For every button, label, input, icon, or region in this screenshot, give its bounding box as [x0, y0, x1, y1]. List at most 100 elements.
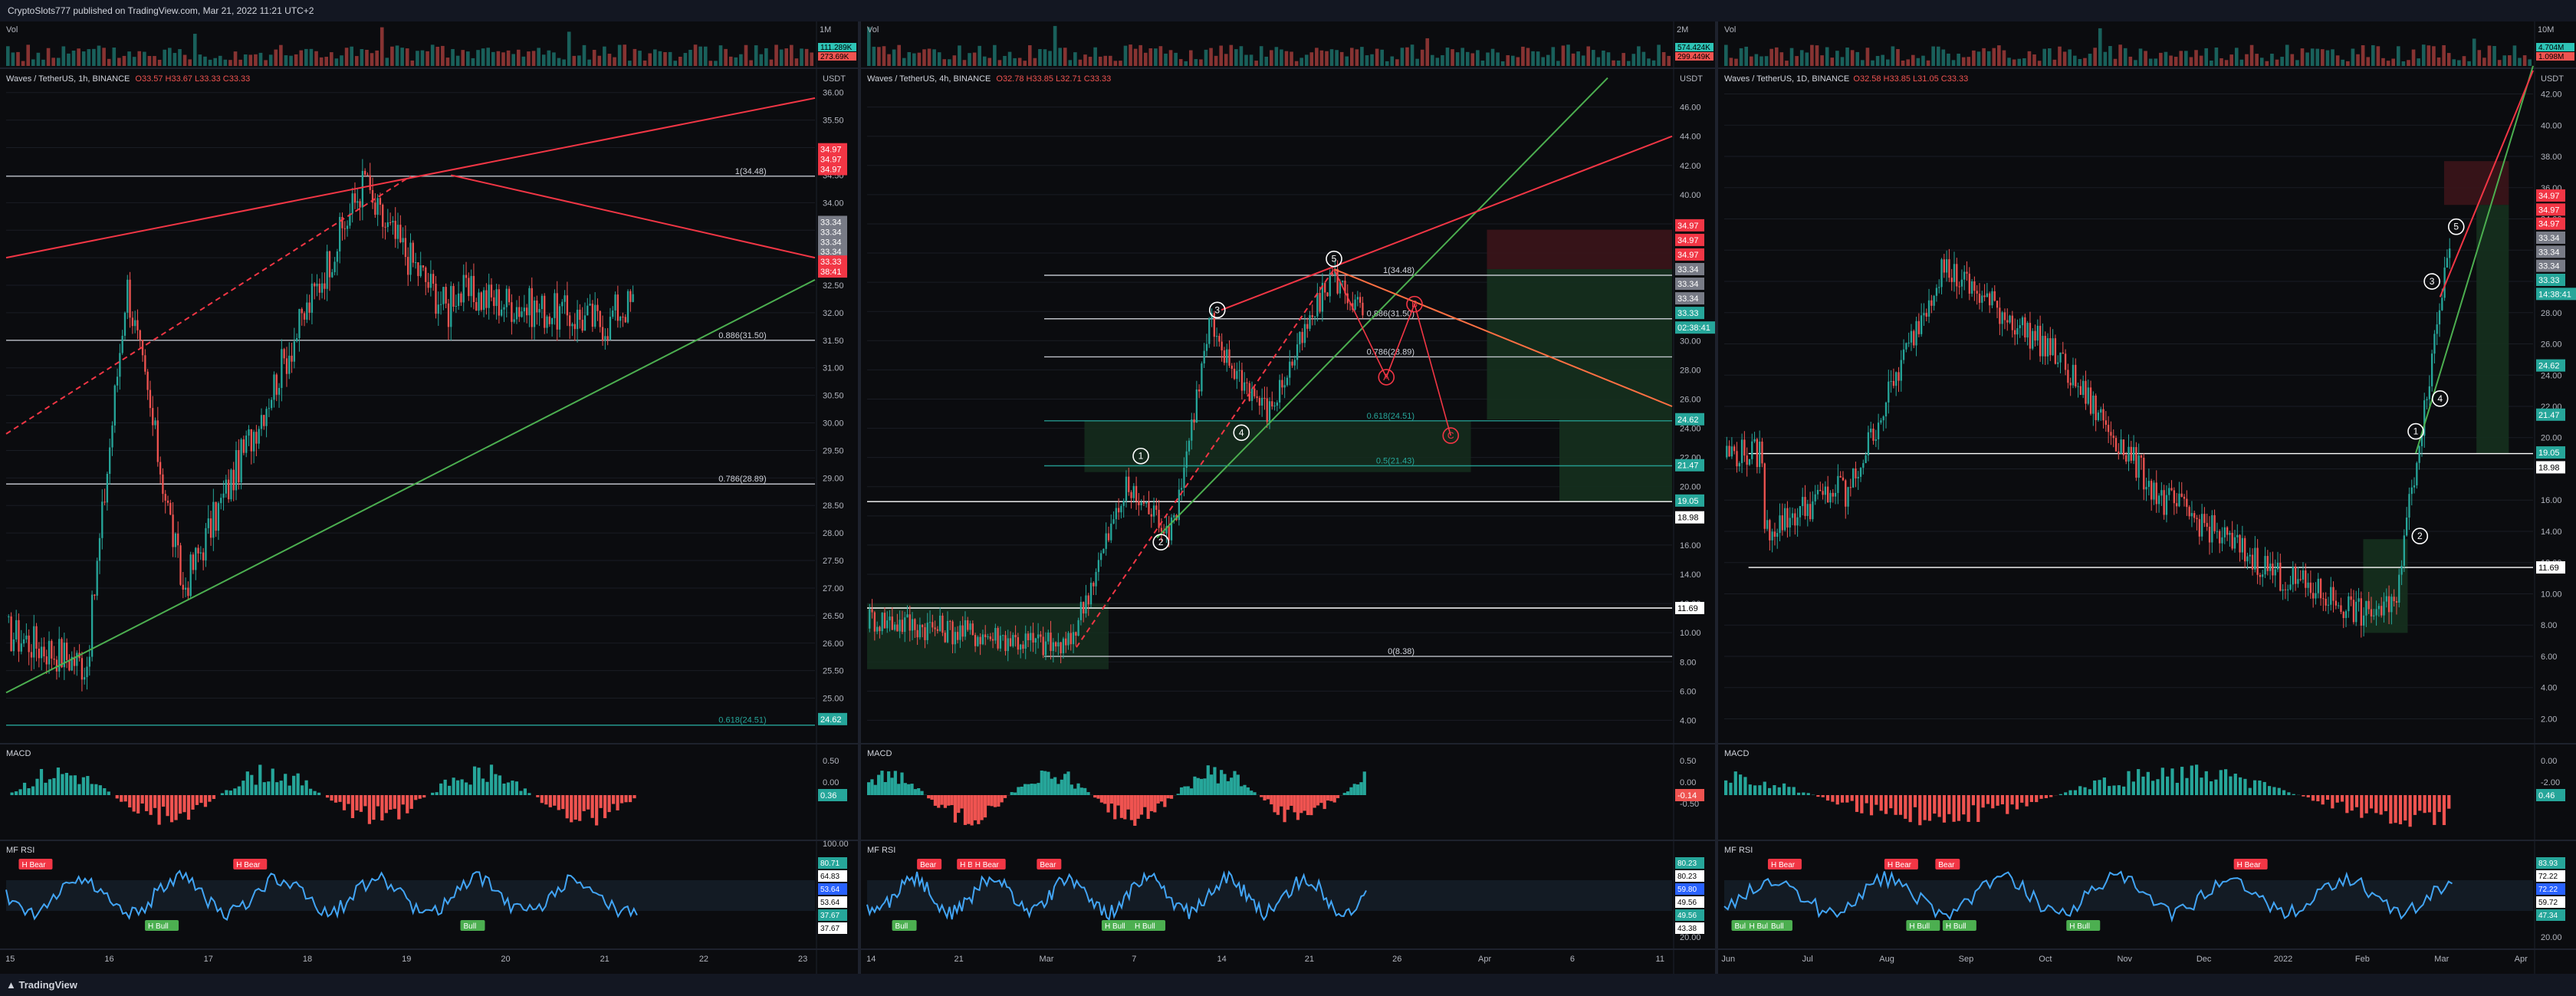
- volume-bar: [1586, 46, 1591, 66]
- macd-bar: [1729, 782, 1733, 795]
- candle-body: [104, 501, 106, 503]
- volume-bar: [2502, 55, 2507, 66]
- volume-bar: [92, 48, 96, 66]
- volume-bar: [486, 48, 491, 66]
- volume-bar: [1365, 55, 1369, 66]
- volume-bar: [2148, 58, 2153, 66]
- macd-bar: [376, 795, 380, 807]
- time-tick: Jul: [1802, 955, 1813, 964]
- candle-body: [263, 415, 265, 426]
- volume-bar: [2366, 57, 2371, 66]
- candle-body: [1789, 518, 1791, 528]
- volume-bar: [1992, 48, 1996, 66]
- chart-panel-1d[interactable]: Vol 10M 4.704M 1.098M Waves / TetherUS, 1D, …: [1718, 21, 2576, 974]
- macd-bar: [145, 795, 149, 811]
- volume-bar: [2275, 59, 2279, 66]
- volume-bar: [1460, 48, 1464, 66]
- macd-bar: [485, 781, 489, 795]
- macd-bar: [1166, 795, 1170, 799]
- candle-body: [217, 503, 220, 531]
- volume-bar: [1516, 57, 1520, 66]
- macd-bar: [586, 795, 590, 810]
- candle-body: [2358, 598, 2360, 602]
- rsi-signal-label: H Bull: [1749, 922, 1769, 931]
- macd-bar: [56, 768, 61, 795]
- candle-body: [1226, 349, 1228, 363]
- volume-bar: [1647, 58, 1651, 66]
- candle-body: [8, 616, 10, 618]
- macd-tick: 0.00: [1680, 778, 1696, 787]
- volume-bar: [1734, 58, 1738, 66]
- candle-body: [2266, 556, 2269, 571]
- volume-bar: [1815, 45, 1819, 66]
- volume-bar: [1350, 48, 1354, 66]
- volume-bar: [26, 44, 30, 66]
- chart-svg[interactable]: Vol 10M4.704M1.098MWaves / TetherUS, 1D, …: [1718, 21, 2576, 974]
- volume-bar: [1189, 50, 1193, 66]
- candle-body: [932, 622, 934, 628]
- candle-body: [987, 636, 989, 638]
- volume-bar: [1810, 44, 1814, 66]
- candle-body: [1326, 292, 1329, 297]
- macd-bar: [1193, 776, 1197, 795]
- wave-label: A: [1383, 372, 1389, 383]
- price-tick: 26.00: [823, 639, 844, 649]
- candle-body: [971, 623, 974, 636]
- candle-body: [1839, 475, 1842, 478]
- volume-bar: [1294, 61, 1299, 66]
- volume-bar: [1178, 59, 1183, 66]
- candle-body: [518, 307, 521, 317]
- macd-bar: [582, 795, 586, 811]
- volume-bar: [1380, 49, 1384, 66]
- macd-bar: [1156, 795, 1160, 804]
- candle-body: [619, 317, 622, 321]
- volume-bar: [1199, 59, 1203, 66]
- volume-bar: [2220, 58, 2223, 66]
- macd-bar: [1875, 795, 1878, 805]
- volume-bar: [1360, 47, 1364, 66]
- candle-body: [566, 295, 569, 316]
- candle-body: [1012, 635, 1014, 646]
- tradingview-logo[interactable]: ▲ TradingView: [6, 974, 77, 996]
- volume-bar: [132, 57, 136, 66]
- volume-bar: [927, 48, 932, 66]
- macd-bar: [169, 795, 174, 823]
- candle-body: [1188, 440, 1191, 452]
- rsi-signal-label: H Bear: [1888, 861, 1912, 869]
- macd-bar: [1309, 795, 1313, 816]
- candle-body: [1072, 632, 1075, 645]
- volume-bar: [1546, 54, 1550, 66]
- macd-bar: [2102, 777, 2106, 795]
- macd-bar: [1066, 771, 1070, 795]
- volume-bar: [784, 48, 789, 66]
- macd-bar: [2321, 795, 2325, 805]
- rsi-tag-label: 80.23: [1677, 860, 1697, 868]
- macd-bar: [359, 795, 363, 812]
- volume-bar: [1063, 48, 1067, 66]
- chart-svg[interactable]: Vol 2M574.424K299.449KWaves / TetherUS, 4…: [861, 21, 1715, 974]
- chart-panel-4h[interactable]: Vol 2M 574.424K 299.449K Waves / TetherUS, 4…: [861, 21, 1715, 974]
- macd-bar: [2219, 770, 2223, 795]
- volume-bar: [2174, 57, 2178, 66]
- volume-bar: [360, 48, 364, 66]
- volume-bar: [441, 45, 445, 66]
- volume-bar: [11, 52, 15, 66]
- macd-tick: -2.00: [2541, 778, 2560, 787]
- macd-bar: [1213, 767, 1217, 795]
- price-tick: 6.00: [1680, 687, 1696, 696]
- chart-svg[interactable]: Vol 1M111.289K273.69KWaves / TetherUS, 1h…: [0, 21, 858, 974]
- volume-bar: [562, 59, 566, 66]
- price-tick: 30.00: [823, 419, 844, 429]
- volume-bar: [1184, 61, 1188, 66]
- price-tick: 25.50: [823, 667, 844, 676]
- macd-bar: [913, 789, 917, 795]
- macd-bar: [435, 792, 439, 795]
- candle-body: [316, 283, 318, 287]
- volume-bar: [2078, 58, 2082, 66]
- time-tick: Sep: [1959, 955, 1974, 964]
- candle-body: [1812, 501, 1814, 520]
- chart-panel-1h[interactable]: Vol 1M 111.289K 273.69K Waves / TetherUS, 1h…: [0, 21, 858, 974]
- volume-bar: [2467, 61, 2471, 66]
- candle-body: [265, 409, 268, 426]
- candle-body: [2147, 481, 2150, 488]
